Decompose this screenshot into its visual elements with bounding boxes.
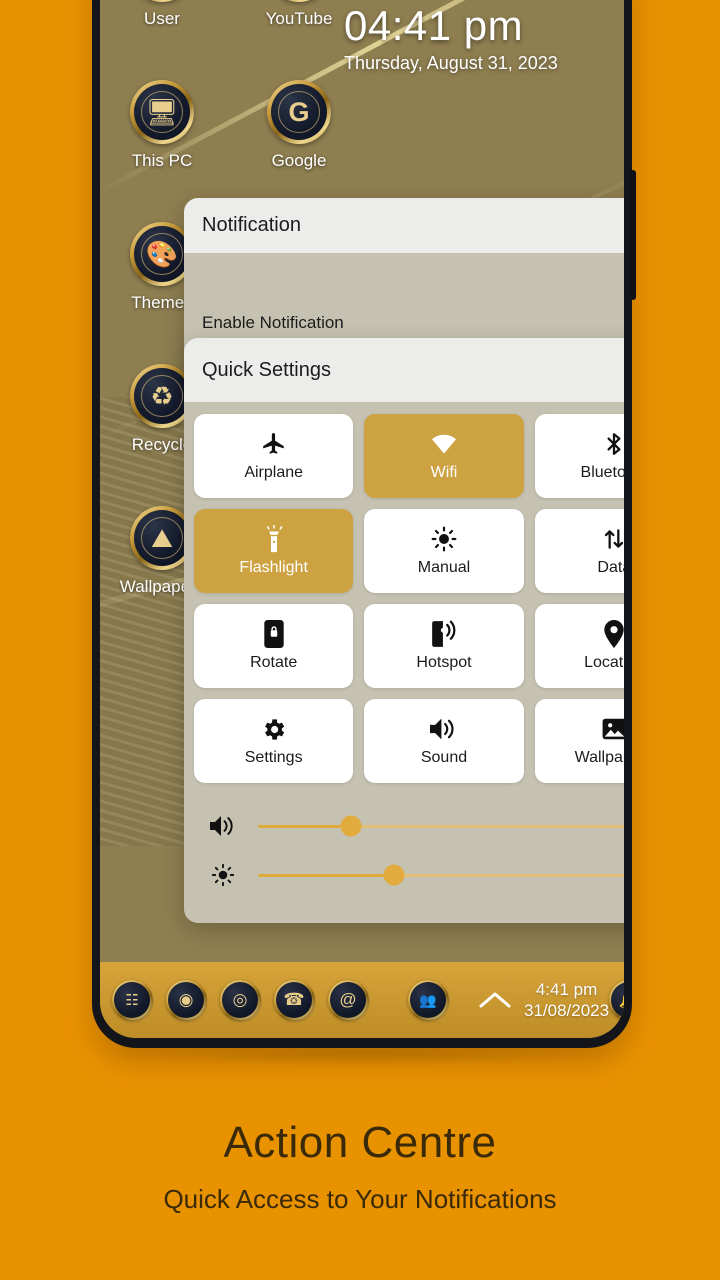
tile-wifi[interactable]: Wifi bbox=[364, 414, 524, 498]
bell-icon[interactable]: 🔔 bbox=[608, 979, 624, 1021]
speaker-icon bbox=[430, 715, 457, 743]
phone-screen: ☻ User ► YouTube 🖥 This PC G Google 🎨 Th… bbox=[100, 0, 624, 1038]
user-icon: ☻ bbox=[130, 0, 194, 2]
tile-settings[interactable]: Settings bbox=[194, 699, 354, 783]
brightness-slider-track[interactable] bbox=[258, 864, 624, 886]
tile-label: Wallpapers bbox=[574, 749, 624, 766]
brightness-slider-thumb[interactable] bbox=[383, 864, 405, 886]
tile-hotspot[interactable]: Hotspot bbox=[364, 604, 524, 688]
location-pin-icon bbox=[603, 620, 624, 648]
email-icon[interactable]: @ bbox=[327, 979, 369, 1021]
clock-time: 04:41 pm bbox=[344, 2, 524, 49]
airplane-icon bbox=[261, 430, 287, 458]
tile-label: Manual bbox=[417, 559, 471, 576]
chevron-up-icon[interactable] bbox=[478, 989, 512, 1011]
data-transfer-icon bbox=[601, 525, 624, 553]
slider-area bbox=[194, 783, 624, 919]
quick-settings-panel: Quick Settings Airplane Wifi Blueto Flas… bbox=[184, 338, 624, 923]
quick-settings-header: Quick Settings bbox=[184, 338, 624, 402]
clock-widget[interactable]: 04:41 pm Thursday, August 31, 2023 bbox=[344, 2, 558, 74]
brightness-slider[interactable] bbox=[206, 863, 624, 887]
tile-rotate[interactable]: Rotate bbox=[194, 604, 354, 688]
record-icon[interactable]: ◉ bbox=[165, 979, 207, 1021]
phone-frame: ☻ User ► YouTube 🖥 This PC G Google 🎨 Th… bbox=[92, 0, 636, 1048]
desktop-icon-label: Google bbox=[271, 151, 327, 170]
brightness-icon bbox=[206, 863, 240, 887]
brightness-slider-fill bbox=[258, 873, 394, 877]
gear-icon bbox=[260, 715, 287, 743]
contacts-icon[interactable]: 👥 bbox=[407, 979, 449, 1021]
wifi-icon bbox=[429, 430, 459, 458]
caption-subtitle: Quick Access to Your Notifications bbox=[163, 1184, 557, 1214]
tile-label: Flashlight bbox=[239, 559, 308, 576]
taskbar-date: 31/08/2023 bbox=[524, 1001, 610, 1020]
tile-flashlight[interactable]: Flashlight bbox=[194, 509, 354, 593]
volume-slider-track[interactable] bbox=[258, 815, 624, 837]
picture-icon bbox=[601, 715, 624, 743]
tile-wallpapers[interactable]: Wallpapers bbox=[534, 699, 624, 783]
tile-location[interactable]: Location bbox=[534, 604, 624, 688]
quick-settings-tile-grid: Airplane Wifi Bluetooth bbox=[194, 414, 624, 783]
caption: Action Centre Quick Access to Your Notif… bbox=[0, 1118, 720, 1215]
desktop-icon-this-pc[interactable]: 🖥 This PC bbox=[108, 80, 216, 171]
computer-icon: 🖥 bbox=[130, 80, 194, 144]
desktop-icon-label: This PC bbox=[131, 151, 193, 170]
bluetooth-icon bbox=[601, 430, 624, 458]
tile-label: Rotate bbox=[250, 654, 298, 671]
desktop-icon-label: YouTube bbox=[265, 9, 333, 28]
enable-notification-label: Enable Notification bbox=[202, 313, 344, 332]
tile-airplane[interactable]: Airplane bbox=[194, 414, 354, 498]
google-g-icon: G bbox=[267, 80, 331, 144]
phone-icon[interactable]: ☎ bbox=[273, 979, 315, 1021]
app-drawer-icon[interactable]: ☷ bbox=[111, 979, 153, 1021]
tile-label: Airplane bbox=[244, 464, 304, 481]
volume-icon bbox=[206, 815, 240, 837]
tile-label: Hotspot bbox=[416, 654, 472, 671]
desktop-icon-user[interactable]: ☻ User bbox=[108, 0, 216, 29]
quick-settings-title: Quick Settings bbox=[202, 358, 331, 381]
brightness-icon bbox=[431, 525, 457, 553]
volume-slider-fill bbox=[258, 824, 352, 828]
tile-data[interactable]: Data bbox=[534, 509, 624, 593]
desktop-icon-youtube[interactable]: ► YouTube bbox=[245, 0, 353, 29]
clock-date: Thursday, August 31, 2023 bbox=[344, 53, 558, 74]
taskbar-time: 4:41 pm bbox=[535, 979, 598, 999]
phone-side-button[interactable] bbox=[630, 170, 636, 300]
volume-slider[interactable] bbox=[206, 815, 624, 837]
tile-label: Data bbox=[597, 559, 624, 576]
hotspot-icon bbox=[430, 620, 458, 648]
flashlight-icon bbox=[261, 525, 287, 553]
quick-settings-body: Airplane Wifi Bluetooth bbox=[184, 402, 624, 923]
youtube-icon: ► bbox=[267, 0, 331, 2]
taskbar: ☷ ◉ ◎ ☎ @ 👥 4:41 pm 31/08/2023 🔔 bbox=[100, 962, 624, 1038]
tile-bluetooth[interactable]: Bluetooth bbox=[534, 414, 624, 498]
desktop-icon-google[interactable]: G Google bbox=[245, 80, 353, 171]
tile-label: Location bbox=[584, 654, 624, 671]
chrome-icon[interactable]: ◎ bbox=[219, 979, 261, 1021]
tile-label: Bluetooth bbox=[580, 464, 624, 481]
notification-panel-title: Notification bbox=[184, 198, 624, 253]
tile-label: Wifi bbox=[430, 464, 458, 481]
taskbar-clock[interactable]: 4:41 pm 31/08/2023 bbox=[524, 979, 609, 1022]
tile-manual[interactable]: Manual bbox=[364, 509, 524, 593]
caption-title: Action Centre bbox=[223, 1118, 497, 1167]
volume-slider-thumb[interactable] bbox=[340, 815, 362, 837]
tile-label: Sound bbox=[420, 749, 468, 766]
tile-sound[interactable]: Sound bbox=[364, 699, 524, 783]
tile-label: Settings bbox=[244, 749, 303, 766]
rotate-lock-icon bbox=[263, 620, 284, 648]
desktop-icon-label: User bbox=[144, 9, 180, 28]
